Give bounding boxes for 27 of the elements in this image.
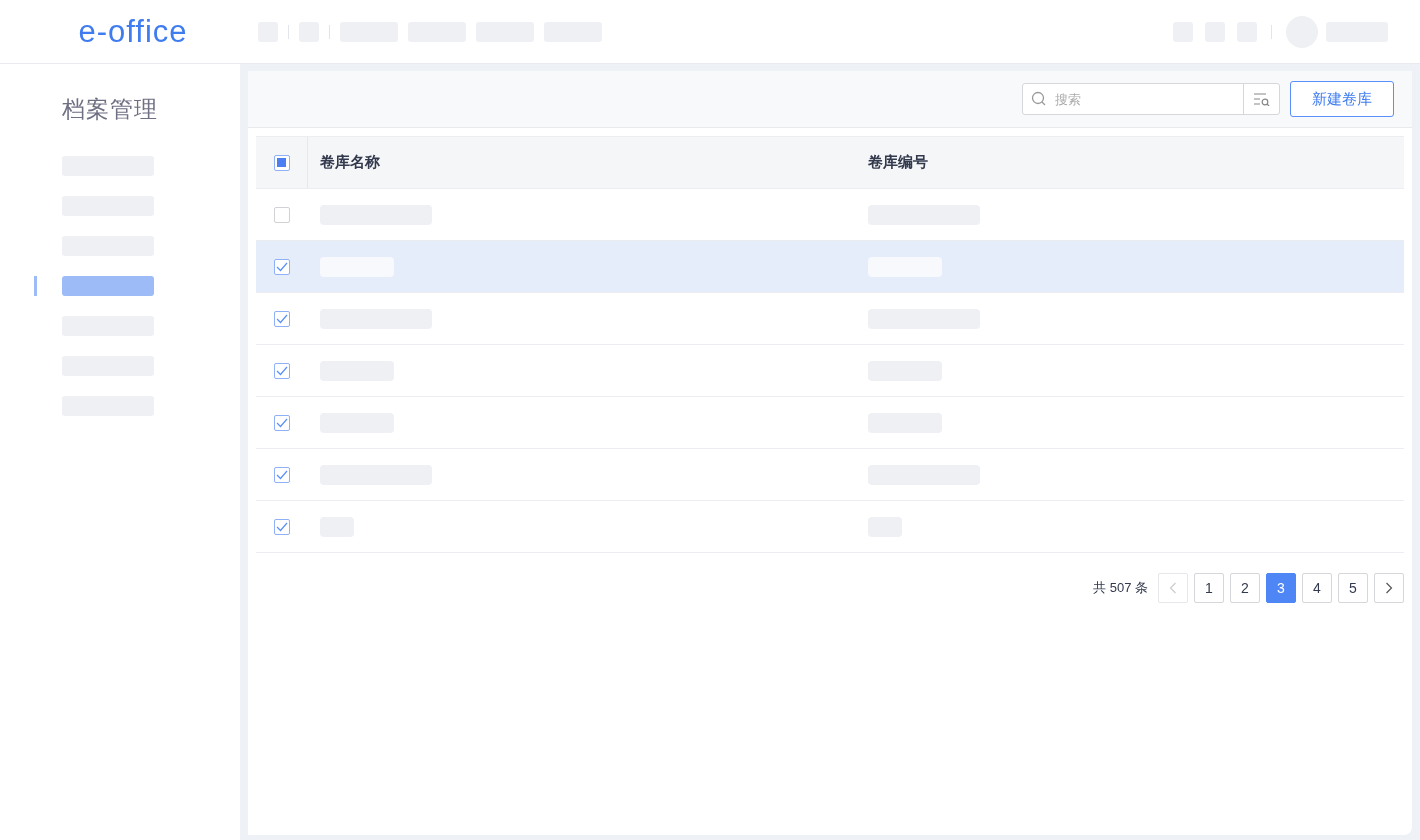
page-button[interactable]: 1	[1194, 573, 1224, 603]
checkbox[interactable]	[273, 518, 290, 535]
search-icon	[1031, 91, 1047, 107]
checkbox[interactable]	[273, 154, 290, 171]
checkbox[interactable]	[273, 414, 290, 431]
checkbox[interactable]	[273, 466, 290, 483]
new-button[interactable]: 新建卷库	[1290, 81, 1394, 117]
search-input[interactable]: 搜索	[1053, 90, 1243, 108]
chevron-right-icon	[1385, 582, 1393, 594]
column-header: 卷库编号	[867, 152, 929, 172]
page-button[interactable]: 2	[1230, 573, 1260, 603]
page-button[interactable]: 4	[1302, 573, 1332, 603]
page-button[interactable]: 5	[1338, 573, 1368, 603]
checkbox[interactable]	[273, 310, 290, 327]
checkbox[interactable]	[273, 362, 290, 379]
active-indicator	[34, 276, 37, 296]
chevron-left-icon	[1169, 582, 1177, 594]
total-count: 共 507 条	[1093, 579, 1148, 597]
next-page-button[interactable]	[1374, 573, 1404, 603]
checkbox[interactable]	[273, 206, 290, 223]
search-field[interactable]: 搜索	[1022, 83, 1280, 115]
sidebar-item[interactable]	[62, 276, 154, 296]
sidebar-title: 档案管理	[61, 95, 159, 124]
filter-search-icon	[1252, 92, 1271, 106]
column-header: 卷库名称	[319, 152, 381, 172]
logo: e-office	[78, 12, 188, 51]
checkbox[interactable]	[273, 258, 290, 275]
